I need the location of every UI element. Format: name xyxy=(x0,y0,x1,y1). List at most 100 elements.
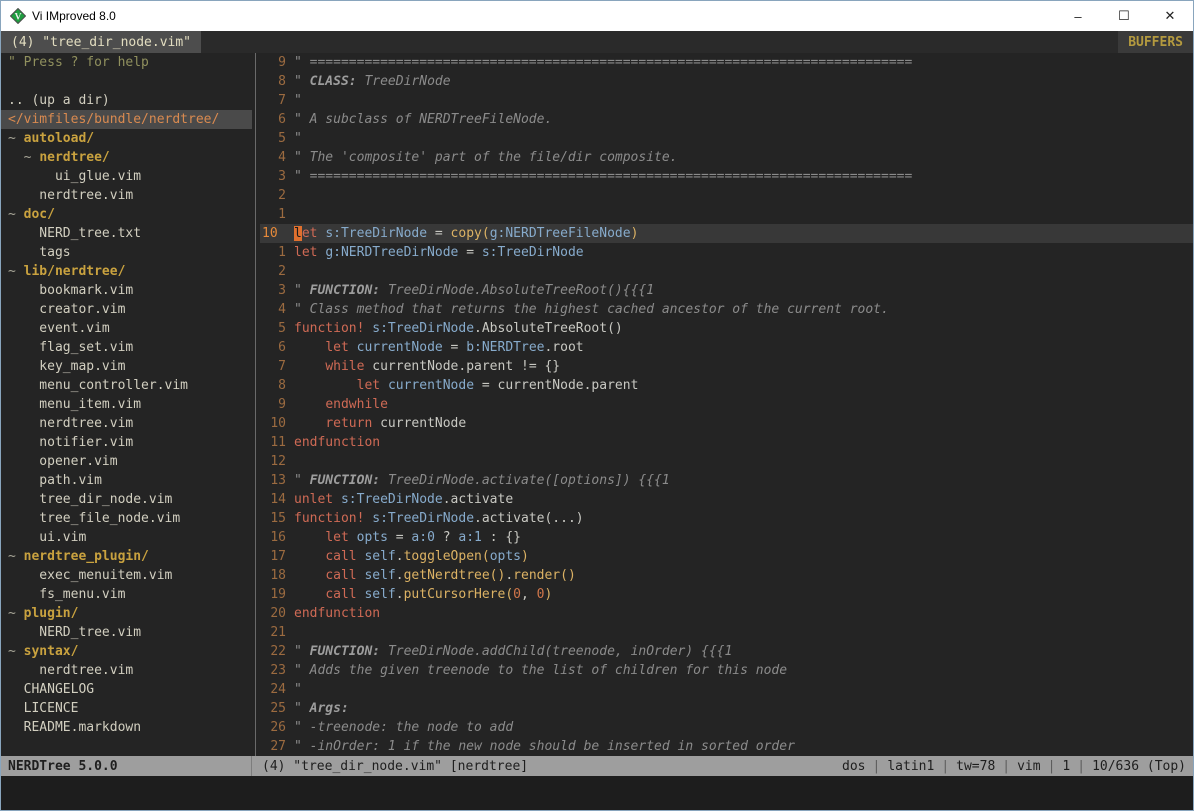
code-text: " ======================================… xyxy=(294,53,912,72)
tree-item[interactable]: NERD_tree.txt xyxy=(1,224,252,243)
maximize-button[interactable]: ☐ xyxy=(1101,1,1147,31)
tree-item[interactable]: CHANGELOG xyxy=(1,680,252,699)
code-line[interactable]: 17 call self.toggleOpen(opts) xyxy=(260,547,1193,566)
code-line[interactable]: 8 let currentNode = currentNode.parent xyxy=(260,376,1193,395)
code-line[interactable]: 8" CLASS: TreeDirNode xyxy=(260,72,1193,91)
code-line[interactable]: 3" FUNCTION: TreeDirNode.AbsoluteTreeRoo… xyxy=(260,281,1193,300)
tree-item[interactable]: flag_set.vim xyxy=(1,338,252,357)
code-line[interactable]: 1 xyxy=(260,205,1193,224)
code-line[interactable]: 9" =====================================… xyxy=(260,53,1193,72)
tree-item[interactable]: menu_controller.vim xyxy=(1,376,252,395)
minimize-button[interactable]: – xyxy=(1055,1,1101,31)
tree-item[interactable]: ~ plugin/ xyxy=(1,604,252,623)
code-line[interactable]: 7" xyxy=(260,91,1193,110)
text-segment: fs_menu.vim xyxy=(8,587,125,602)
tree-item[interactable]: nerdtree.vim xyxy=(1,186,252,205)
tree-item[interactable]: creator.vim xyxy=(1,300,252,319)
code-line[interactable]: 9 endwhile xyxy=(260,395,1193,414)
tree-item[interactable]: key_map.vim xyxy=(1,357,252,376)
code-line[interactable]: 18 call self.getNerdtree().render() xyxy=(260,566,1193,585)
code-line[interactable]: 23" Adds the given treenode to the list … xyxy=(260,661,1193,680)
code-line[interactable]: 6 let currentNode = b:NERDTree.root xyxy=(260,338,1193,357)
code-line[interactable]: 22" FUNCTION: TreeDirNode.addChild(treen… xyxy=(260,642,1193,661)
code-line[interactable]: 20endfunction xyxy=(260,604,1193,623)
tree-item[interactable]: ~ autoload/ xyxy=(1,129,252,148)
code-line[interactable]: 10 return currentNode xyxy=(260,414,1193,433)
code-line[interactable]: 4" Class method that returns the highest… xyxy=(260,300,1193,319)
text-segment: endwhile xyxy=(325,397,388,412)
code-line[interactable]: 1let g:NERDTreeDirNode = s:TreeDirNode xyxy=(260,243,1193,262)
tree-item[interactable]: notifier.vim xyxy=(1,433,252,452)
text-segment: s:TreeDirNode xyxy=(341,492,443,507)
line-number: 10 xyxy=(260,224,286,243)
text-segment: NERD_tree.txt xyxy=(8,226,141,241)
code-line[interactable]: 2 xyxy=(260,262,1193,281)
text-segment: event.vim xyxy=(8,321,110,336)
tree-item[interactable]: .. (up a dir) xyxy=(1,91,252,110)
text-segment: .. (up a dir) xyxy=(8,93,110,108)
tree-item[interactable]: LICENCE xyxy=(1,699,252,718)
tree-item[interactable]: " Press ? for help xyxy=(1,53,252,72)
tree-item[interactable]: ~ lib/nerdtree/ xyxy=(1,262,252,281)
nerdtree-list: " Press ? for help .. (up a dir) </vimfile… xyxy=(1,53,252,737)
tree-item[interactable]: tree_file_node.vim xyxy=(1,509,252,528)
code-line[interactable]: 5function! s:TreeDirNode.AbsoluteTreeRoo… xyxy=(260,319,1193,338)
tree-item[interactable]: bookmark.vim xyxy=(1,281,252,300)
code-line[interactable]: 12 xyxy=(260,452,1193,471)
line-number: 16 xyxy=(260,528,286,547)
tree-item[interactable]: opener.vim xyxy=(1,452,252,471)
tree-item[interactable]: ~ nerdtree/ xyxy=(1,148,252,167)
code-line[interactable]: 7 while currentNode.parent != {} xyxy=(260,357,1193,376)
tree-item[interactable]: tags xyxy=(1,243,252,262)
code-line[interactable]: 19 call self.putCursorHere(0, 0) xyxy=(260,585,1193,604)
tree-item[interactable]: ~ doc/ xyxy=(1,205,252,224)
status-separator: | xyxy=(873,759,881,774)
text-segment: , xyxy=(521,587,537,602)
text-segment: nerdtree/ xyxy=(39,150,109,165)
code-line[interactable]: 21 xyxy=(260,623,1193,642)
code-line[interactable]: 2 xyxy=(260,186,1193,205)
line-number: 24 xyxy=(260,680,286,699)
tree-item[interactable]: README.markdown xyxy=(1,718,252,737)
text-segment: . xyxy=(396,568,404,583)
tree-item[interactable]: tree_dir_node.vim xyxy=(1,490,252,509)
tree-item[interactable]: path.vim xyxy=(1,471,252,490)
tree-item[interactable]: ~ syntax/ xyxy=(1,642,252,661)
code-line[interactable]: 13" FUNCTION: TreeDirNode.activate([opti… xyxy=(260,471,1193,490)
tree-item[interactable]: exec_menuitem.vim xyxy=(1,566,252,585)
window-separator[interactable] xyxy=(252,53,260,756)
code-line[interactable]: 5" xyxy=(260,129,1193,148)
code-line[interactable]: 27" -inOrder: 1 if the new node should b… xyxy=(260,737,1193,756)
code-line[interactable]: 26" -treenode: the node to add xyxy=(260,718,1193,737)
code-line[interactable]: 14unlet s:TreeDirNode.activate xyxy=(260,490,1193,509)
tree-item[interactable]: ui.vim xyxy=(1,528,252,547)
tree-item[interactable] xyxy=(1,72,252,91)
code-line[interactable]: 6" A subclass of NERDTreeFileNode. xyxy=(260,110,1193,129)
tree-item[interactable]: nerdtree.vim xyxy=(1,661,252,680)
tree-item[interactable]: fs_menu.vim xyxy=(1,585,252,604)
command-line[interactable] xyxy=(1,776,1193,810)
tree-item[interactable]: menu_item.vim xyxy=(1,395,252,414)
status-separator: | xyxy=(1048,759,1056,774)
title-bar[interactable]: V Vi IMproved 8.0 – ☐ ✕ xyxy=(1,1,1193,31)
code-line[interactable]: 24" xyxy=(260,680,1193,699)
tree-item[interactable]: ui_glue.vim xyxy=(1,167,252,186)
code-line[interactable]: 11endfunction xyxy=(260,433,1193,452)
text-segment: " xyxy=(294,74,310,89)
tree-root-item[interactable]: </vimfiles/bundle/nerdtree/ xyxy=(1,110,252,129)
close-button[interactable]: ✕ xyxy=(1147,1,1193,31)
code-text: let g:NERDTreeDirNode = s:TreeDirNode xyxy=(294,243,584,262)
code-line-current[interactable]: 10let s:TreeDirNode = copy(g:NERDTreeFil… xyxy=(260,224,1193,243)
code-line[interactable]: 25" Args: xyxy=(260,699,1193,718)
text-segment: self xyxy=(364,587,395,602)
tree-item[interactable]: ~ nerdtree_plugin/ xyxy=(1,547,252,566)
code-text: return currentNode xyxy=(294,414,466,433)
code-line[interactable]: 15function! s:TreeDirNode.activate(...) xyxy=(260,509,1193,528)
tree-item[interactable]: event.vim xyxy=(1,319,252,338)
tree-item[interactable]: nerdtree.vim xyxy=(1,414,252,433)
code-line[interactable]: 3" =====================================… xyxy=(260,167,1193,186)
tab-buffer-4[interactable]: (4) "tree_dir_node.vim" xyxy=(1,31,201,53)
code-line[interactable]: 16 let opts = a:0 ? a:1 : {} xyxy=(260,528,1193,547)
code-line[interactable]: 4" The 'composite' part of the file/dir … xyxy=(260,148,1193,167)
tree-item[interactable]: NERD_tree.vim xyxy=(1,623,252,642)
